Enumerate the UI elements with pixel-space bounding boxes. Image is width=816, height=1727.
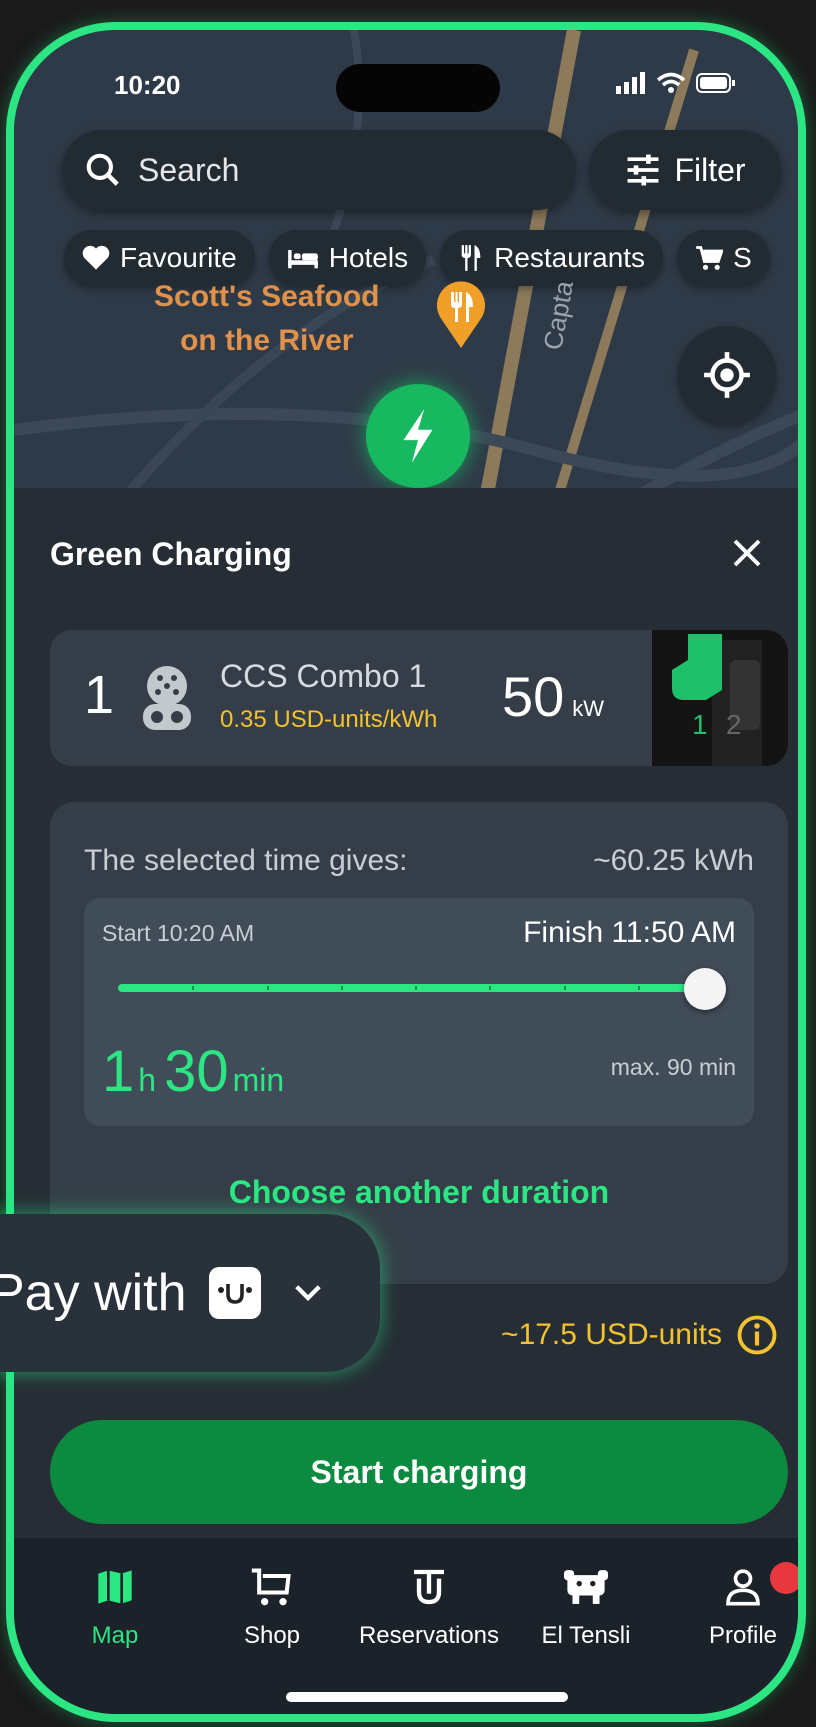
cost-estimate: ~17.5 USD-units xyxy=(501,1314,778,1356)
charger-photo-label-2: 2 xyxy=(726,709,742,740)
chip-shop[interactable]: S xyxy=(677,230,770,286)
sheet-title: Green Charging xyxy=(50,536,292,572)
tab-label: El Tensli xyxy=(541,1622,631,1649)
tab-map[interactable]: Map xyxy=(40,1562,190,1650)
fork-knife-icon xyxy=(461,245,481,271)
cart-icon xyxy=(696,246,724,270)
signal-icon xyxy=(616,72,645,94)
close-icon xyxy=(733,539,761,567)
search-bar[interactable] xyxy=(62,130,576,210)
gives-value: ~60.25 kWh xyxy=(593,844,754,877)
tab-el-tensli[interactable]: El Tensli xyxy=(511,1562,661,1650)
tab-reservations[interactable]: Reservations xyxy=(354,1562,504,1650)
pay-with-label: Pay with xyxy=(0,1264,187,1322)
poi-name-line1: Scott's Seafood xyxy=(154,280,380,313)
status-time: 10:20 xyxy=(114,70,181,100)
poi-label[interactable]: Scott's Seafood on the River xyxy=(154,275,380,363)
tab-shop[interactable]: Shop xyxy=(197,1562,347,1650)
notification-badge xyxy=(770,1562,798,1594)
charging-station-pin[interactable] xyxy=(366,384,470,488)
tensli-icon xyxy=(564,1570,608,1604)
search-input[interactable] xyxy=(136,150,520,190)
duration-selector: Start 10:20 AM Finish 11:50 AM 1 h 30 min m… xyxy=(84,898,754,1126)
chip-label: Restaurants xyxy=(494,242,646,273)
home-indicator xyxy=(286,1692,568,1702)
lightning-icon xyxy=(403,409,433,463)
estimate-value: ~17.5 USD-units xyxy=(501,1318,722,1351)
restaurant-pin-icon[interactable] xyxy=(434,278,488,350)
u-logo-icon xyxy=(217,1284,252,1304)
start-time-label: Start 10:20 AM xyxy=(102,920,255,946)
tab-label: Reservations xyxy=(358,1622,500,1649)
duration-minutes-unit: min xyxy=(232,1062,285,1098)
chevron-down-icon xyxy=(294,1285,321,1302)
tab-label: Shop xyxy=(243,1622,301,1649)
duration-display: 1 h 30 min xyxy=(102,1038,292,1105)
search-icon xyxy=(86,153,119,186)
slider-tick xyxy=(564,986,566,990)
max-duration-label: max. 90 min xyxy=(610,1054,736,1080)
charging-sheet: Green Charging 1 CCS Combo 1 0.35 USD-un… xyxy=(14,488,798,1588)
choose-duration-link[interactable]: Choose another duration xyxy=(50,1174,788,1211)
filter-button[interactable]: Filter xyxy=(589,130,781,210)
duration-hours-unit: h xyxy=(138,1062,157,1098)
chip-label: S xyxy=(733,242,752,273)
connector-power: 50 kW xyxy=(502,664,604,729)
filter-icon xyxy=(627,154,659,186)
connector-number: 1 xyxy=(84,665,115,725)
reservations-icon xyxy=(414,1569,444,1605)
locate-icon xyxy=(704,352,750,398)
tab-profile[interactable]: Profile xyxy=(668,1562,798,1650)
gives-label: The selected time gives: xyxy=(84,844,408,877)
power-unit: kW xyxy=(572,696,605,721)
bed-icon xyxy=(287,250,318,269)
chip-label: Hotels xyxy=(328,242,409,273)
start-charging-button[interactable]: Start charging xyxy=(50,1420,788,1524)
info-icon[interactable] xyxy=(736,1314,778,1356)
slider-tick xyxy=(638,986,640,990)
slider-tick xyxy=(267,986,269,990)
map-view[interactable]: 10:20 Filter Favourite Hotels xyxy=(14,30,798,510)
duration-hours: 1 xyxy=(102,1039,135,1104)
finish-time-label: Finish 11:50 AM xyxy=(523,916,736,949)
filter-label: Filter xyxy=(674,151,746,188)
tab-label: Map xyxy=(91,1622,139,1649)
map-icon xyxy=(98,1570,132,1604)
payment-logo-icon xyxy=(208,1267,261,1319)
connector-price: 0.35 USD-units/kWh xyxy=(220,706,438,733)
power-value: 50 xyxy=(502,665,565,728)
slider-tick xyxy=(341,986,343,990)
charger-photo: 1 2 xyxy=(652,630,788,766)
chip-label: Favourite xyxy=(120,242,237,273)
connector-card[interactable]: 1 CCS Combo 1 0.35 USD-units/kWh 50 kW 1 … xyxy=(50,630,788,766)
wifi-icon xyxy=(656,72,686,93)
poi-name-line2: on the River xyxy=(180,324,354,357)
locate-me-button[interactable] xyxy=(678,326,776,424)
duration-card: The selected time gives: ~60.25 kWh Star… xyxy=(50,802,788,1284)
system-icons xyxy=(616,72,736,94)
dynamic-island xyxy=(336,64,500,112)
status-bar: 10:20 xyxy=(14,64,798,112)
profile-icon xyxy=(726,1569,760,1606)
slider-tick xyxy=(489,986,491,990)
slider-tick xyxy=(192,986,194,990)
tab-label: Profile xyxy=(708,1622,778,1649)
heart-icon xyxy=(82,245,110,270)
ccs-plug-icon xyxy=(143,666,191,730)
duration-slider-track[interactable] xyxy=(118,984,712,992)
battery-icon xyxy=(696,73,735,93)
slider-tick xyxy=(415,986,417,990)
charger-photo-label-1: 1 xyxy=(692,709,708,740)
duration-minutes: 30 xyxy=(164,1039,229,1104)
close-button[interactable] xyxy=(722,528,772,578)
cart-icon xyxy=(251,1568,291,1606)
connector-name: CCS Combo 1 xyxy=(220,658,427,694)
pay-with-selector[interactable]: Pay with xyxy=(0,1214,380,1372)
phone-frame: 10:20 Filter Favourite Hotels xyxy=(6,22,806,1722)
duration-slider-thumb[interactable] xyxy=(684,968,726,1010)
